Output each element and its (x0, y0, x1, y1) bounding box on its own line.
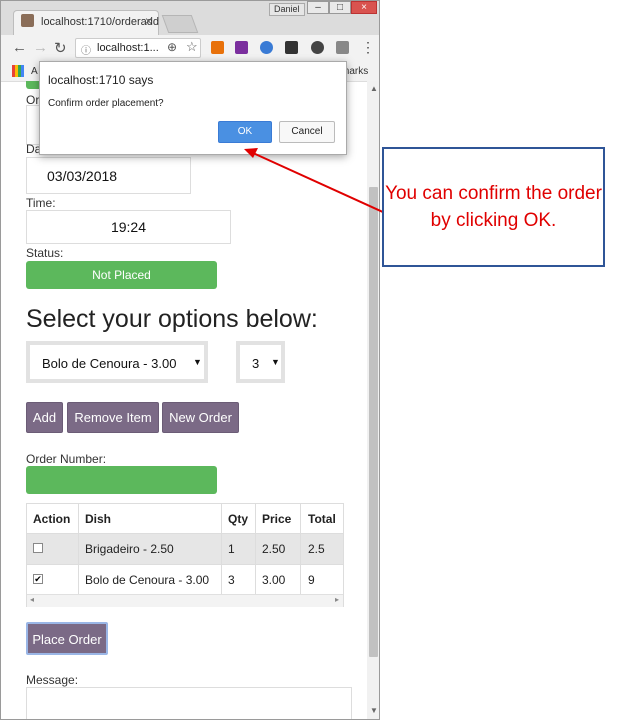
arrow-head (244, 148, 258, 158)
arrow-line (252, 152, 386, 214)
annotation-callout: You can confirm the order by clicking OK… (382, 147, 605, 267)
annotation-arrow (244, 148, 386, 214)
